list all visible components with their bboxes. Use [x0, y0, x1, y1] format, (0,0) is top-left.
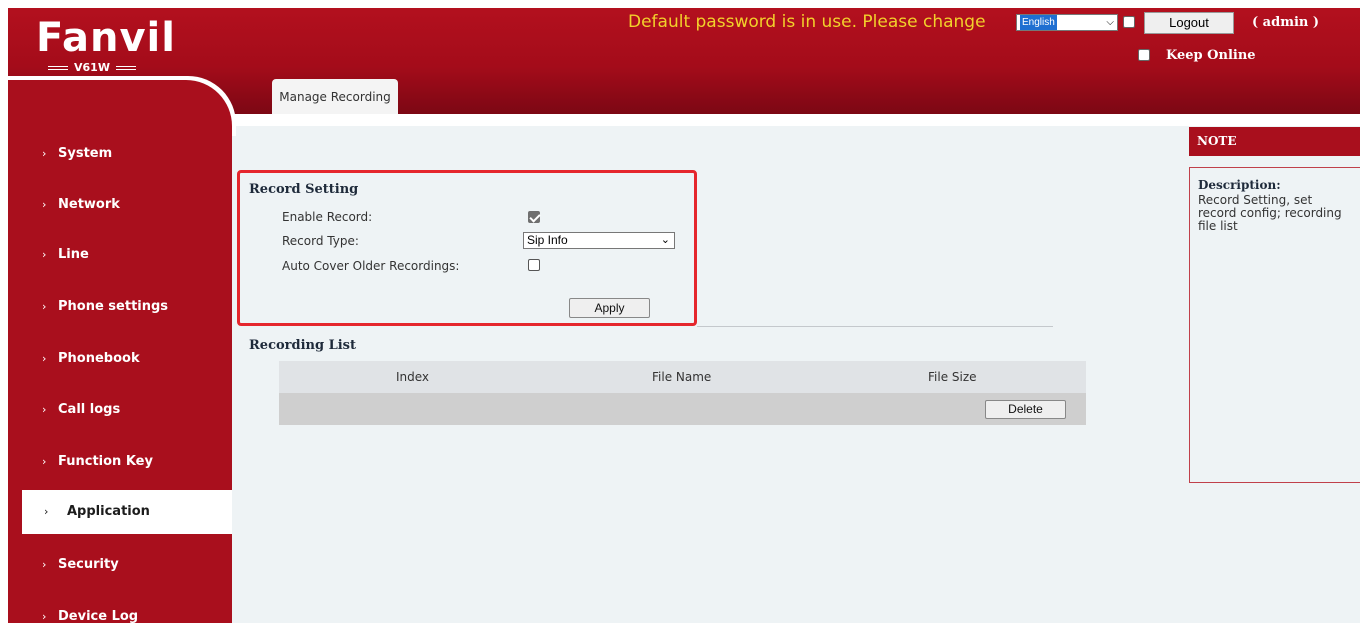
column-header-file-name: File Name — [652, 370, 712, 384]
sidebar-item-label: Security — [58, 557, 119, 572]
language-select[interactable]: English ⌵ — [1016, 14, 1118, 31]
sidebar: › System › Network › Line › Phone settin… — [8, 80, 232, 623]
keep-online-checkbox[interactable] — [1138, 49, 1150, 61]
chevron-right-icon: › — [44, 505, 49, 518]
sidebar-item-label: Phone settings — [58, 299, 169, 314]
chevron-right-icon: › — [42, 352, 47, 365]
chevron-right-icon: › — [42, 248, 47, 261]
header-checkbox[interactable] — [1123, 16, 1135, 28]
sidebar-item-phonebook[interactable]: › Phonebook — [8, 337, 232, 381]
sidebar-item-device-log[interactable]: › Device Log — [8, 595, 232, 623]
highlight-annotation — [237, 170, 697, 326]
sidebar-item-network[interactable]: › Network — [8, 183, 232, 227]
logo-wordmark: Fanvil — [36, 15, 176, 61]
note-text: Record Setting, set record config; recor… — [1198, 193, 1342, 233]
chevron-right-icon: › — [42, 198, 47, 211]
sidebar-item-phone-settings[interactable]: › Phone settings — [8, 285, 232, 329]
sidebar-item-call-logs[interactable]: › Call logs — [8, 388, 232, 432]
language-value: English — [1020, 15, 1057, 30]
chevron-down-icon: ⌵ — [1106, 17, 1114, 28]
chevron-right-icon: › — [42, 455, 47, 468]
note-panel: Description: Record Setting, set record … — [1189, 167, 1360, 483]
sidebar-item-line[interactable]: › Line — [8, 233, 232, 277]
fanvil-logo: Fanvil V61W — [36, 18, 175, 76]
sidebar-item-label: Phonebook — [58, 351, 140, 366]
recording-table-header: Index File Name File Size — [279, 361, 1086, 393]
recording-list-title: Recording List — [249, 338, 357, 353]
logout-button[interactable]: Logout — [1144, 12, 1234, 34]
chevron-right-icon: › — [42, 558, 47, 571]
sidebar-item-label: Function Key — [58, 454, 153, 469]
default-password-warning[interactable]: Default password is in use. Please chang… — [628, 12, 986, 32]
sidebar-item-label: Device Log — [58, 609, 139, 623]
sidebar-item-application[interactable]: › Application — [22, 490, 232, 534]
sidebar-item-label: Network — [58, 197, 120, 212]
sidebar-item-label: Call logs — [58, 402, 121, 417]
column-header-index: Index — [396, 370, 430, 384]
sidebar-item-label: Line — [58, 247, 89, 262]
chevron-right-icon: › — [42, 610, 47, 623]
sidebar-item-label: System — [58, 146, 113, 161]
chevron-right-icon: › — [42, 403, 47, 416]
chevron-right-icon: › — [42, 300, 47, 313]
sidebar-item-label: Application — [67, 504, 150, 519]
recording-table-action-row: Delete — [279, 393, 1086, 425]
model-label: V61W — [74, 61, 110, 74]
note-header: NOTE — [1189, 127, 1360, 156]
content-top-strip — [232, 114, 1360, 126]
sidebar-item-security[interactable]: › Security — [8, 543, 232, 587]
chevron-right-icon: › — [42, 147, 47, 160]
column-header-file-size: File Size — [928, 370, 977, 384]
tab-manage-recording[interactable]: Manage Recording — [272, 79, 398, 116]
sidebar-item-function-key[interactable]: › Function Key — [8, 440, 232, 484]
note-title: Description: — [1198, 178, 1281, 192]
keep-online-label: Keep Online — [1166, 48, 1256, 63]
delete-button[interactable]: Delete — [985, 400, 1066, 419]
user-label: ( admin ) — [1252, 15, 1320, 30]
logo-model: V61W — [36, 61, 148, 74]
section-divider — [697, 326, 1053, 327]
sidebar-item-system[interactable]: › System — [8, 132, 232, 176]
